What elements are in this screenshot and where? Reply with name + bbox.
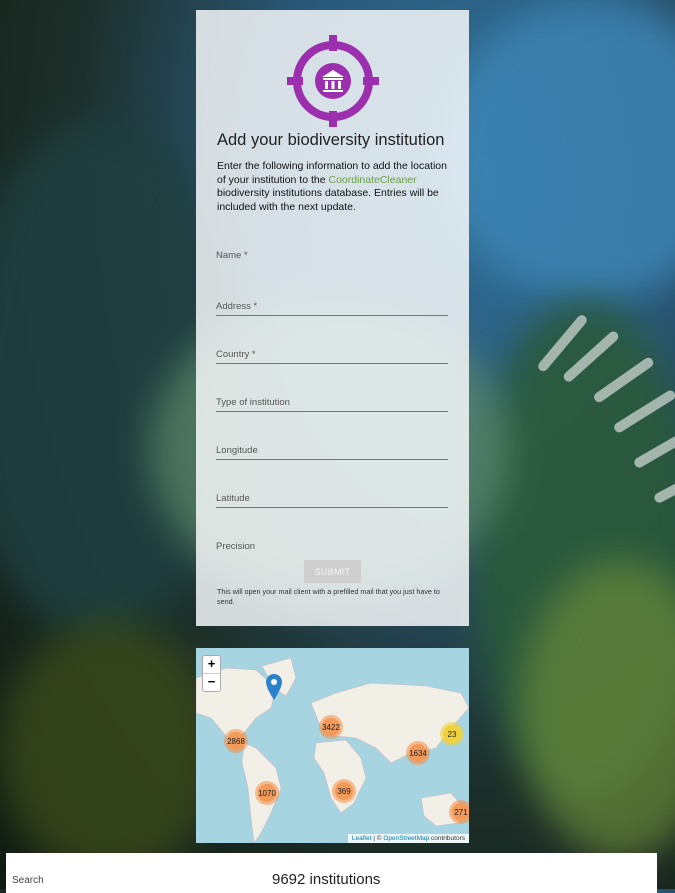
submit-note: This will open your mail client with a p… [217,587,440,606]
map-attribution: Leaflet | © OpenStreetMap contributors [347,834,469,843]
cluster-marker[interactable]: 3422 [319,715,343,739]
precision-field[interactable]: Precision [216,536,448,556]
zoom-control: + − [202,655,221,692]
institution-target-logo [287,35,379,127]
country-field[interactable]: Country * [216,344,448,364]
zoom-out-button[interactable]: − [203,673,220,691]
institutions-table-header: Search 9692 institutions [6,853,657,893]
cluster-marker[interactable]: 2868 [224,729,248,753]
coordinatecleaner-link[interactable]: CoordinateCleaner [328,174,416,186]
name-field[interactable]: Name * [216,245,448,265]
cluster-marker[interactable]: 1634 [406,741,430,765]
cluster-marker[interactable]: 1070 [255,781,279,805]
type-of-institution-field[interactable]: Type of institution [216,392,448,412]
cluster-marker[interactable]: 369 [332,779,356,803]
form-title: Add your biodiversity institution [217,131,445,149]
cluster-marker[interactable]: 23 [440,722,464,746]
institutions-map[interactable]: + − 2868 3422 1634 23 1070 369 271 Leafl… [196,648,469,843]
leaflet-link[interactable]: Leaflet [352,835,372,842]
longitude-field[interactable]: Longitude [216,440,448,460]
cluster-marker[interactable]: 271 [449,800,469,824]
form-intro: Enter the following information to add t… [217,160,447,213]
zoom-in-button[interactable]: + [203,656,220,673]
add-institution-form: Add your biodiversity institution Enter … [196,10,469,626]
search-label[interactable]: Search [12,875,44,886]
submit-button[interactable]: SUBMIT [304,560,361,583]
institution-count: 9692 institutions [272,871,381,888]
latitude-field[interactable]: Latitude [216,488,448,508]
map-pin-icon[interactable] [266,674,282,700]
openstreetmap-link[interactable]: OpenStreetMap [383,835,429,842]
address-field[interactable]: Address * [216,296,448,316]
